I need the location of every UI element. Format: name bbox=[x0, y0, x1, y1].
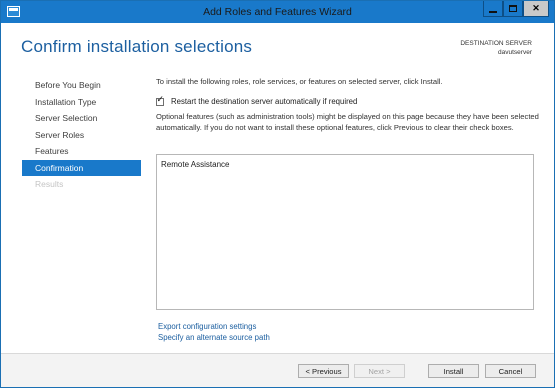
intro-text: To install the following roles, role ser… bbox=[156, 77, 443, 86]
install-button[interactable]: Install bbox=[428, 364, 479, 378]
wizard-nav: Before You Begin Installation Type Serve… bbox=[22, 77, 141, 193]
wizard-window: Add Roles and Features Wizard ✕ Confirm … bbox=[0, 0, 555, 388]
destination-server-label: DESTINATION SERVER bbox=[460, 40, 532, 47]
nav-item-confirmation[interactable]: Confirmation bbox=[22, 159, 141, 176]
nav-item-server-roles[interactable]: Server Roles bbox=[22, 127, 141, 144]
alternate-source-path-link[interactable]: Specify an alternate source path bbox=[158, 333, 270, 342]
minimize-button[interactable] bbox=[483, 1, 503, 17]
close-button[interactable]: ✕ bbox=[523, 1, 549, 17]
close-icon: ✕ bbox=[532, 3, 540, 13]
destination-server-value: davutserver bbox=[498, 49, 532, 56]
optional-features-note: Optional features (such as administratio… bbox=[156, 112, 539, 132]
minimize-icon bbox=[489, 10, 497, 13]
feature-item-remote-assistance: Remote Assistance bbox=[161, 160, 230, 169]
restart-checkbox-row[interactable]: Restart the destination server automatic… bbox=[156, 95, 357, 106]
restart-checkbox-label[interactable]: Restart the destination server automatic… bbox=[171, 97, 357, 106]
cancel-button[interactable]: Cancel bbox=[485, 364, 536, 378]
nav-item-before-you-begin[interactable]: Before You Begin bbox=[22, 77, 141, 94]
window-title: Add Roles and Features Wizard bbox=[203, 6, 352, 18]
nav-item-results: Results bbox=[35, 179, 64, 189]
previous-button[interactable]: < Previous bbox=[298, 364, 349, 378]
export-configuration-link[interactable]: Export configuration settings bbox=[158, 322, 256, 331]
title-bar[interactable]: Add Roles and Features Wizard ✕ bbox=[1, 1, 554, 23]
maximize-button[interactable] bbox=[503, 1, 523, 17]
restart-checkbox[interactable] bbox=[156, 95, 164, 106]
maximize-icon bbox=[509, 5, 517, 12]
nav-item-features[interactable]: Features bbox=[22, 143, 141, 160]
nav-item-server-selection[interactable]: Server Selection bbox=[22, 110, 141, 127]
nav-item-installation-type[interactable]: Installation Type bbox=[22, 94, 141, 111]
page-title: Confirm installation selections bbox=[21, 37, 253, 56]
features-list[interactable]: Remote Assistance bbox=[156, 154, 534, 310]
next-button: Next > bbox=[354, 364, 405, 378]
